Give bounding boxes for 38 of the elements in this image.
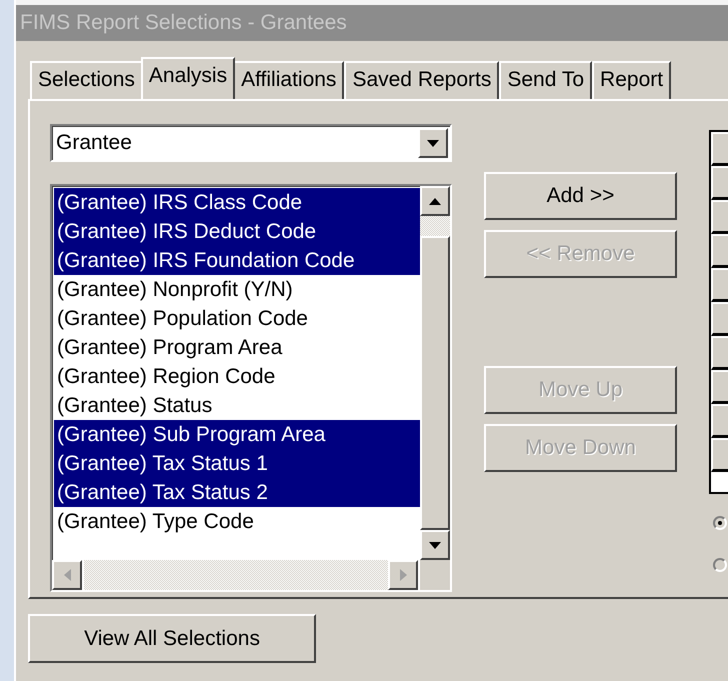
- dropdown-value: Grantee: [55, 130, 133, 156]
- tab[interactable]: Analysis: [140, 57, 236, 99]
- tab[interactable]: Selections: [30, 61, 143, 99]
- tab[interactable]: Saved Reports: [344, 61, 500, 99]
- dropdown-arrow-icon: [427, 140, 439, 146]
- left-arrow-icon: [64, 569, 70, 581]
- list-item[interactable]: (Grantee) IRS Foundation Code: [54, 246, 420, 275]
- tab[interactable]: Send To: [499, 61, 592, 99]
- window-title: FIMS Report Selections - Grantees: [16, 5, 728, 41]
- list-item[interactable]: (Grantee) Nonprofit (Y/N): [54, 275, 420, 304]
- up-arrow-icon: [429, 198, 441, 204]
- list-item[interactable]: (Grantee) IRS Deduct Code: [54, 217, 420, 246]
- scroll-thumb[interactable]: [420, 236, 450, 530]
- list-item[interactable]: (Grantee) Program Area: [54, 333, 420, 362]
- scroll-left-button[interactable]: [52, 560, 82, 590]
- fields-listbox[interactable]: [50, 184, 452, 592]
- scroll-up-button[interactable]: [420, 186, 450, 216]
- list-item[interactable]: (Grantee) Region Code: [54, 362, 420, 391]
- list-item[interactable]: (Grantee) Type Code: [54, 507, 420, 536]
- scroll-track[interactable]: [420, 216, 450, 236]
- list-item[interactable]: (Grantee) Sub Program Area: [54, 420, 420, 449]
- action-button[interactable]: Add >>: [484, 172, 677, 220]
- list-item[interactable]: (Grantee) Tax Status 2: [54, 478, 420, 507]
- list-item[interactable]: (Grantee) Population Code: [54, 304, 420, 333]
- tab[interactable]: Report: [592, 61, 672, 99]
- right-arrow-icon: [400, 569, 406, 581]
- view-all-selections-button[interactable]: View All Selections: [28, 614, 316, 663]
- list-item[interactable]: (Grantee) Tax Status 1: [54, 449, 420, 478]
- list-item[interactable]: (Grantee) Status: [54, 391, 420, 420]
- radio-button[interactable]: [713, 558, 727, 572]
- radio-button[interactable]: [713, 516, 727, 530]
- tab[interactable]: Affiliations: [233, 61, 344, 99]
- list-item[interactable]: (Grantee) IRS Class Code: [54, 188, 420, 217]
- scrollbar-corner: [420, 560, 450, 590]
- category-dropdown[interactable]: Grantee: [50, 124, 452, 162]
- scroll-right-button[interactable]: [388, 560, 418, 590]
- down-arrow-icon: [429, 542, 441, 548]
- scroll-down-button[interactable]: [420, 530, 450, 560]
